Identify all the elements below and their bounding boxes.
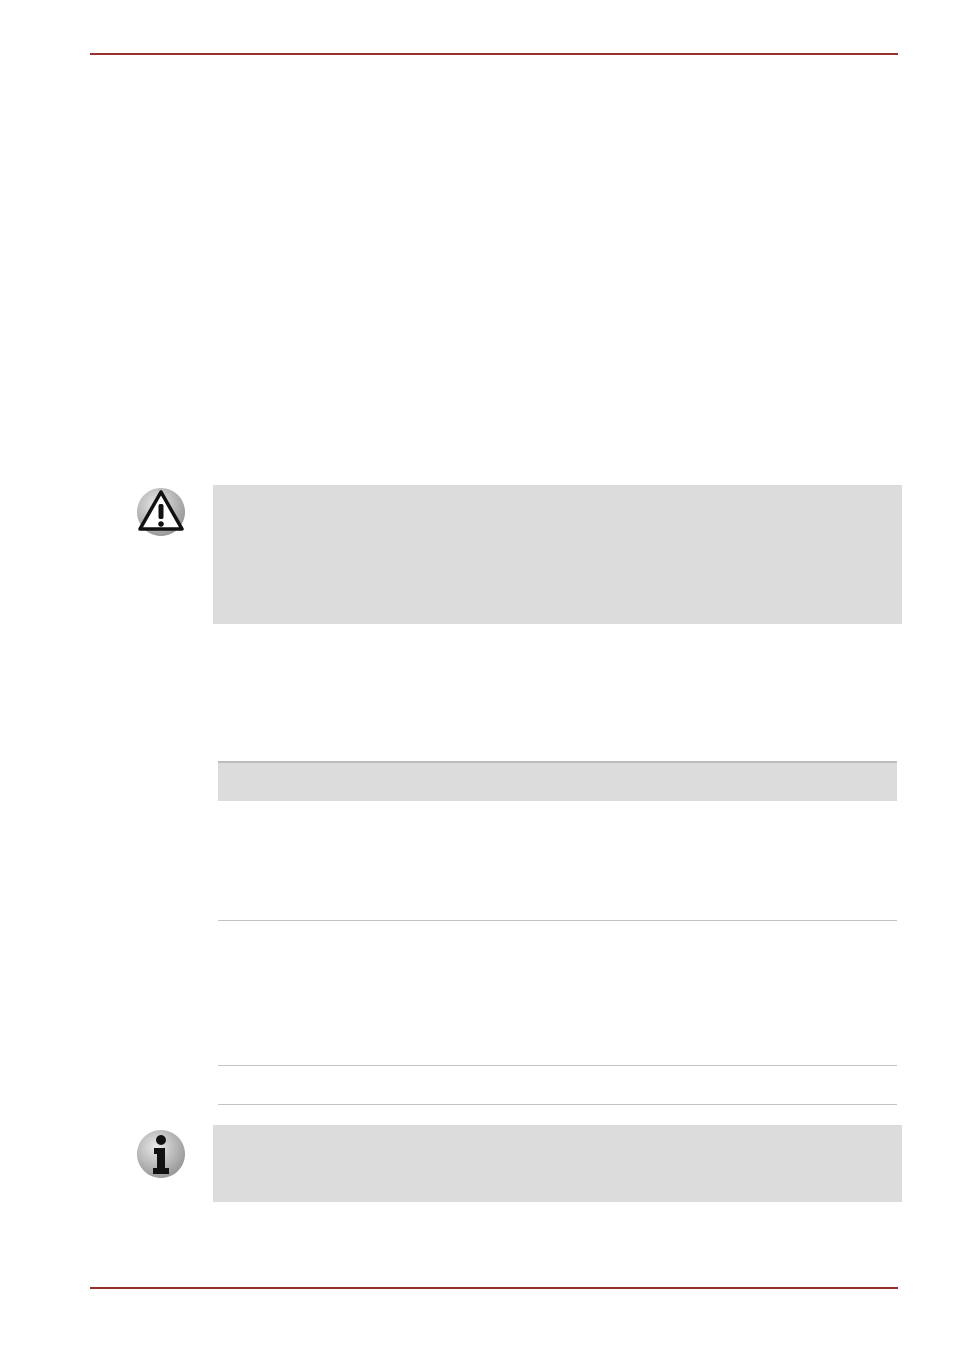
header-rule xyxy=(90,53,898,55)
footer-rule xyxy=(90,1287,898,1289)
table-row xyxy=(218,1066,897,1105)
table-row xyxy=(218,921,897,1066)
note-callout xyxy=(213,1125,902,1202)
spec-table xyxy=(218,761,897,1105)
warning-icon xyxy=(135,486,187,538)
caution-callout xyxy=(213,485,902,624)
table-header xyxy=(218,761,897,801)
table-row xyxy=(218,801,897,921)
info-icon xyxy=(135,1128,187,1180)
